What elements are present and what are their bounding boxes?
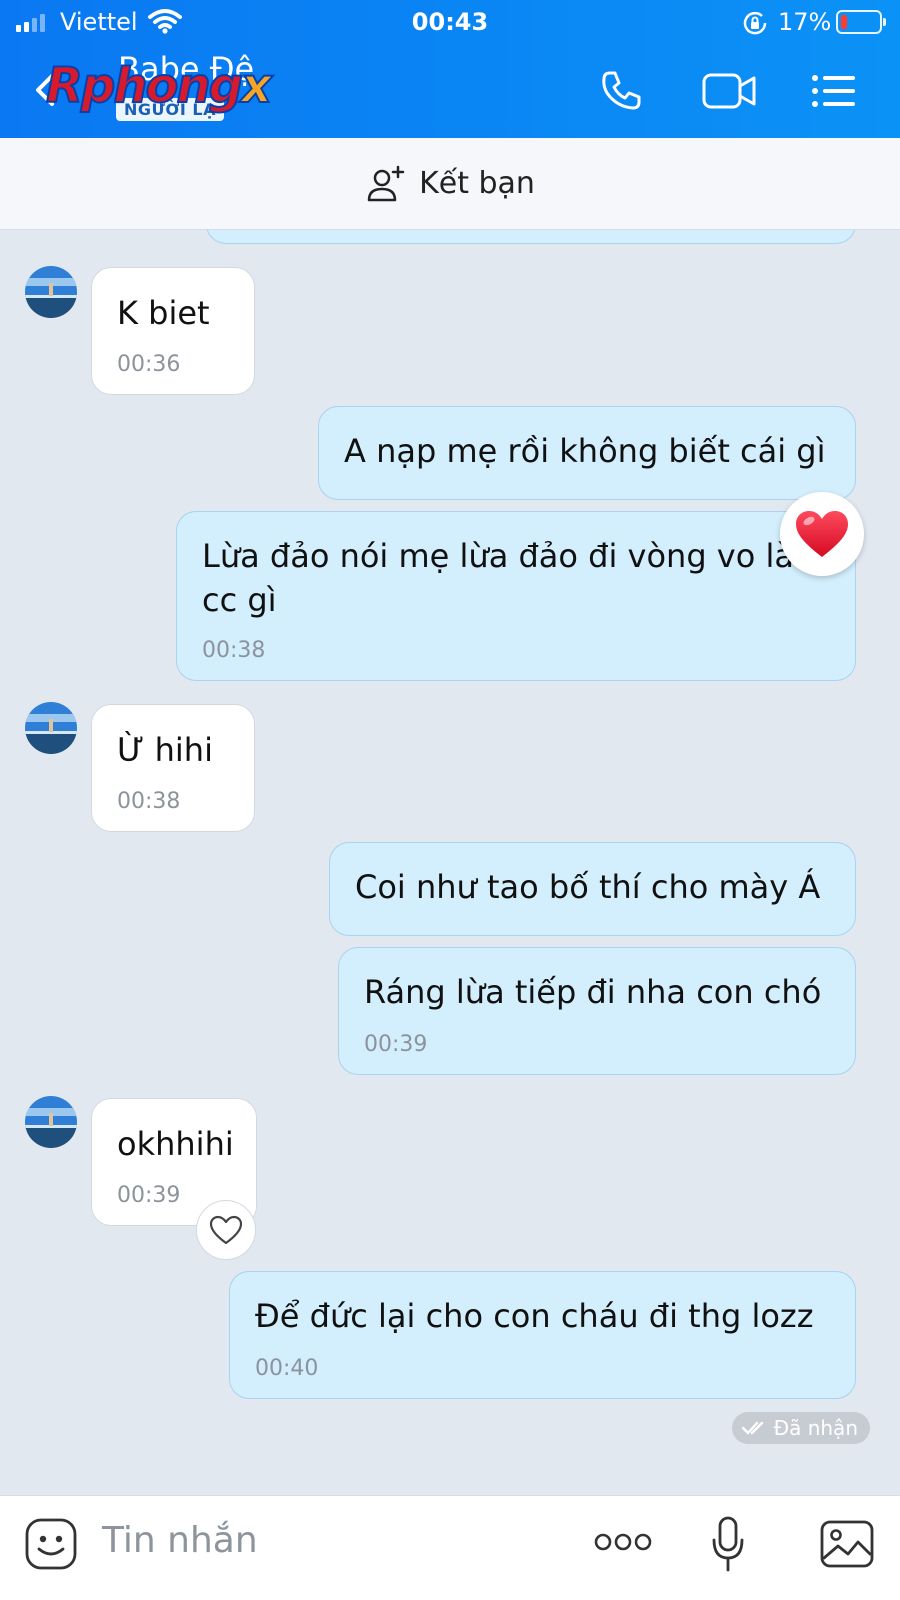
watermark-logo: Rphongx bbox=[45, 57, 273, 115]
message-bubble-cutoff[interactable] bbox=[206, 230, 856, 244]
message-bubble-incoming[interactable]: Ừ hihi 00:38 bbox=[91, 704, 255, 832]
message-time: 00:38 bbox=[202, 638, 266, 663]
video-call-button[interactable] bbox=[700, 66, 760, 116]
message-text: Ráng lừa tiếp đi nha con chó bbox=[364, 973, 822, 1011]
add-friend-button[interactable]: Kết bạn bbox=[0, 138, 900, 230]
message-text: Để đức lại cho con cháu đi thg lozz bbox=[255, 1297, 814, 1335]
add-friend-label: Kết bạn bbox=[419, 166, 535, 201]
battery-percent: 17% bbox=[778, 8, 832, 36]
send-image-button[interactable] bbox=[820, 1520, 874, 1572]
battery-icon bbox=[836, 10, 886, 34]
voice-message-button[interactable] bbox=[710, 1516, 746, 1578]
message-bubble-outgoing[interactable]: Ráng lừa tiếp đi nha con chó 00:39 bbox=[338, 947, 856, 1075]
message-time: 00:40 bbox=[255, 1356, 319, 1381]
message-bubble-outgoing[interactable]: A nạp mẹ rồi không biết cái gì bbox=[318, 406, 856, 500]
message-text: A nạp mẹ rồi không biết cái gì bbox=[344, 432, 826, 470]
message-list[interactable]: K biet 00:36 A nạp mẹ rồi không biết cái… bbox=[0, 230, 900, 1495]
heart-outline-icon bbox=[209, 1215, 243, 1245]
avatar[interactable] bbox=[25, 266, 77, 318]
heart-reaction-badge[interactable] bbox=[780, 492, 864, 576]
message-text: Coi như tao bố thí cho mày Á bbox=[355, 868, 821, 906]
message-time: 00:36 bbox=[117, 352, 181, 377]
message-composer: Tin nhắn bbox=[0, 1495, 900, 1600]
message-text: okhhihi bbox=[117, 1125, 234, 1163]
heart-icon bbox=[796, 511, 848, 557]
menu-button[interactable] bbox=[808, 66, 858, 116]
menu-icon bbox=[812, 75, 855, 107]
message-bubble-outgoing[interactable]: Lừa đảo nói mẹ lừa đảo đi vòng vo làm cc… bbox=[176, 511, 856, 681]
message-bubble-incoming[interactable]: K biet 00:36 bbox=[91, 267, 255, 395]
double-check-icon bbox=[741, 1421, 763, 1435]
more-icon bbox=[594, 1533, 652, 1551]
avatar[interactable] bbox=[25, 702, 77, 754]
more-options-button[interactable] bbox=[594, 1530, 652, 1558]
message-time: 00:39 bbox=[117, 1183, 181, 1208]
emoji-icon bbox=[25, 1518, 77, 1570]
phone-icon bbox=[602, 71, 641, 110]
message-time: 00:39 bbox=[364, 1032, 428, 1057]
delivery-status-badge: Đã nhận bbox=[731, 1412, 870, 1444]
add-friend-icon bbox=[367, 165, 405, 201]
message-text-line: Lừa đảo nói mẹ lừa đảo đi vòng vo làm bbox=[202, 537, 826, 575]
delivery-status-text: Đã nhận bbox=[773, 1416, 858, 1440]
status-bar: Viettel 00:43 17% bbox=[0, 0, 900, 46]
react-button[interactable] bbox=[196, 1200, 256, 1260]
microphone-icon bbox=[712, 1516, 744, 1572]
top-bar: Viettel 00:43 17% Babe Đệ NGƯỜI LẠ Rphon… bbox=[0, 0, 900, 138]
message-text: Ừ hihi bbox=[117, 731, 213, 769]
emoji-button[interactable] bbox=[25, 1518, 77, 1570]
message-bubble-outgoing[interactable]: Để đức lại cho con cháu đi thg lozz 00:4… bbox=[229, 1271, 856, 1399]
rotation-lock-icon bbox=[742, 10, 768, 40]
message-time: 00:38 bbox=[117, 789, 181, 814]
voice-call-button[interactable] bbox=[596, 66, 646, 116]
video-icon bbox=[702, 73, 756, 109]
message-bubble-outgoing[interactable]: Coi như tao bố thí cho mày Á bbox=[329, 842, 856, 936]
message-text-line: cc gì bbox=[202, 581, 277, 619]
message-text: K biet bbox=[117, 294, 210, 332]
message-input[interactable]: Tin nhắn bbox=[102, 1520, 258, 1561]
avatar[interactable] bbox=[25, 1096, 77, 1148]
image-icon bbox=[820, 1520, 874, 1568]
